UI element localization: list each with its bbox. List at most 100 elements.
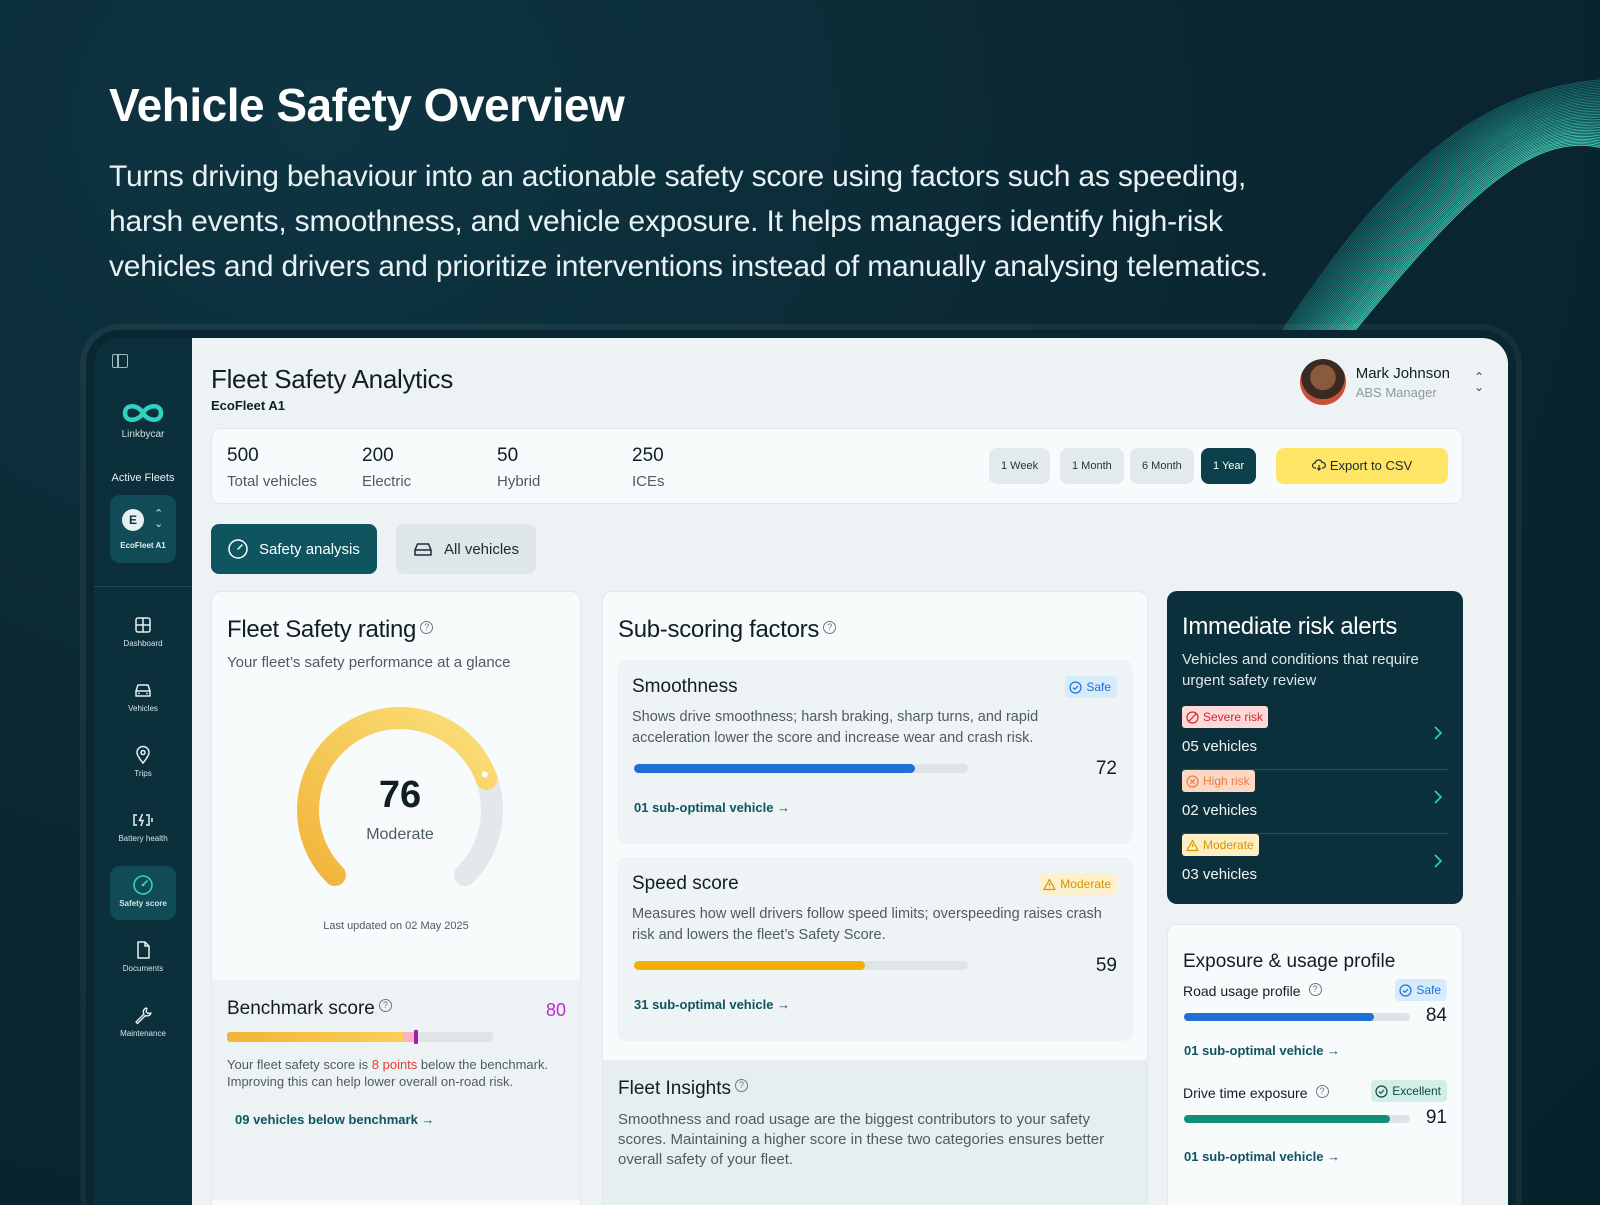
- stat-value: 250: [632, 445, 664, 466]
- alert-row-moderate[interactable]: Moderate 03 vehicles: [1182, 834, 1448, 898]
- sidebar: Linkbycar Active Fleets E ⌃ ⌄ EcoFleet A1…: [94, 338, 192, 1205]
- help-icon[interactable]: ?: [823, 621, 837, 635]
- factor-bar: [634, 961, 968, 970]
- user-role: ABS Manager: [1355, 384, 1437, 400]
- exposure-link[interactable]: 01 sub-optimal vehicle →: [1184, 1043, 1340, 1058]
- sidebar-item-label: Dashboard: [123, 639, 163, 648]
- sidebar-item-label: Maintenance: [120, 1029, 166, 1038]
- insights-title: Fleet Insights?: [618, 1078, 1134, 1100]
- sidebar-item-documents[interactable]: Documents: [110, 931, 176, 985]
- sidebar-item-dashboard[interactable]: Dashboard: [110, 606, 176, 660]
- chevron-right-icon: [1434, 790, 1443, 809]
- export-csv-button[interactable]: Export to CSV: [1276, 448, 1448, 484]
- stat-label: Hybrid: [497, 473, 541, 490]
- hero-title: Vehicle Safety Overview: [109, 79, 625, 131]
- page-subtitle: EcoFleet A1: [211, 398, 285, 413]
- range-1-month[interactable]: 1 Month: [1060, 448, 1124, 484]
- help-icon[interactable]: ?: [378, 999, 392, 1013]
- benchmark-bar: [227, 1030, 493, 1044]
- alert-row-severe[interactable]: Severe risk 05 vehicles: [1182, 706, 1448, 770]
- factor-bar-fill: [634, 961, 865, 970]
- x-circle-icon: [1186, 774, 1199, 788]
- active-fleets-label: Active Fleets: [111, 472, 175, 484]
- brand-logo: Linkbycar: [112, 400, 174, 440]
- benchmark-text: Your fleet safety score is 8 points belo…: [227, 1057, 549, 1089]
- fleet-insights: Fleet Insights? Smoothness and road usag…: [603, 1060, 1147, 1205]
- user-menu[interactable]: Mark Johnson ABS Manager ⌃ ⌄: [1299, 358, 1484, 406]
- stat-label: ICEs: [632, 473, 665, 490]
- stat-value: 50: [497, 445, 519, 466]
- alerts-description: Vehicles and conditions that require urg…: [1182, 651, 1419, 689]
- status-badge: Moderate: [1039, 873, 1117, 895]
- check-circle-icon: [1375, 1084, 1388, 1098]
- chevron-updown-icon: ⌃ ⌄: [154, 508, 164, 530]
- safety-rating-card: Fleet Safety rating? Your fleet’s safety…: [211, 591, 581, 1205]
- tab-label: All vehicles: [444, 540, 520, 558]
- export-label: Export to CSV: [1329, 458, 1413, 473]
- sidebar-item-safety-score[interactable]: Safety score: [110, 866, 176, 920]
- sidebar-toggle-icon[interactable]: [112, 354, 128, 368]
- sidebar-item-maintenance[interactable]: Maintenance: [110, 996, 176, 1050]
- help-icon[interactable]: ?: [1308, 982, 1322, 996]
- chevron-right-icon: [1434, 854, 1443, 873]
- fleet-stats: 500 Total vehicles 200 Electric 50 Hybri…: [211, 428, 1463, 504]
- stat-value: 500: [227, 445, 259, 466]
- document-icon: [110, 939, 176, 961]
- factor-link[interactable]: 01 sub-optimal vehicle →: [634, 800, 790, 815]
- range-1-year[interactable]: 1 Year: [1201, 448, 1257, 484]
- sidebar-item-battery-health[interactable]: Battery health: [110, 801, 176, 855]
- factor-bar: [634, 764, 968, 773]
- factor-score: 72: [1095, 758, 1117, 779]
- alert-row-high[interactable]: High risk 02 vehicles: [1182, 770, 1448, 834]
- last-updated: Last updated on 02 May 2025: [323, 920, 469, 932]
- alert-count: 05 vehicles: [1182, 738, 1258, 755]
- sidebar-item-vehicles[interactable]: Vehicles: [110, 671, 176, 725]
- safety-score-label: Moderate: [366, 826, 434, 843]
- help-icon[interactable]: ?: [1315, 1084, 1329, 1098]
- exposure-link[interactable]: 01 sub-optimal vehicle →: [1184, 1149, 1340, 1164]
- brand-name: Linkbycar: [121, 429, 165, 440]
- range-6-month[interactable]: 6 Month: [1130, 448, 1194, 484]
- dashboard-icon: [110, 614, 176, 636]
- exposure-row-label: Drive time exposure?: [1183, 1084, 1329, 1101]
- sidebar-item-label: Vehicles: [128, 704, 158, 713]
- ban-icon: [1186, 710, 1199, 724]
- factor-bar-fill: [634, 764, 916, 773]
- subscoring-card: Sub-scoring factors? Smoothness Safe Sho…: [602, 591, 1148, 1205]
- stat-hybrid: 50 Hybrid: [497, 445, 540, 490]
- safety-rating-description: Your fleet’s safety performance at a gla…: [227, 654, 511, 671]
- range-1-week[interactable]: 1 Week: [989, 448, 1051, 484]
- stat-electric: 200 Electric: [362, 445, 411, 490]
- safety-rating-title: Fleet Safety rating?: [227, 616, 565, 644]
- car-icon: [412, 540, 434, 558]
- benchmark-bar-current: [227, 1032, 404, 1042]
- help-icon[interactable]: ?: [420, 621, 434, 635]
- exposure-score: 84: [1425, 1005, 1447, 1026]
- fleet-name: EcoFleet A1: [120, 541, 166, 550]
- fleet-switcher[interactable]: E ⌃ ⌄ EcoFleet A1: [110, 495, 176, 563]
- user-name: Mark Johnson: [1355, 364, 1450, 382]
- help-icon[interactable]: ?: [735, 1079, 748, 1093]
- exposure-bar-fill: [1184, 1013, 1374, 1021]
- status-badge: Moderate: [1182, 834, 1259, 856]
- chevron-updown-icon: ⌃ ⌄: [1473, 370, 1484, 394]
- tab-label: Safety analysis: [259, 540, 360, 558]
- exposure-bar: [1184, 1115, 1410, 1123]
- sidebar-nav: Dashboard Vehicles Trips Battery health …: [94, 606, 192, 1061]
- benchmark-link[interactable]: 09 vehicles below benchmark →: [235, 1112, 567, 1127]
- sidebar-item-trips[interactable]: Trips: [110, 736, 176, 790]
- factor-smoothness: Smoothness Safe Shows drive smoothness; …: [617, 660, 1133, 844]
- factor-title: Smoothness: [632, 676, 738, 697]
- tab-all-vehicles[interactable]: All vehicles: [396, 524, 536, 574]
- alert-count: 02 vehicles: [1182, 802, 1258, 819]
- map-pin-icon: [110, 744, 176, 766]
- factor-link[interactable]: 31 sub-optimal vehicle →: [634, 997, 790, 1012]
- hero: Vehicle Safety Overview Turns driving be…: [109, 78, 1289, 289]
- status-badge: Severe risk: [1182, 706, 1269, 728]
- infinity-logo-icon: [122, 404, 164, 422]
- wrench-icon: [110, 1004, 176, 1026]
- sidebar-item-label: Trips: [134, 769, 152, 778]
- insights-text: Smoothness and road usage are the bigges…: [618, 1111, 1105, 1168]
- sidebar-item-label: Safety score: [119, 899, 167, 908]
- tab-safety-analysis[interactable]: Safety analysis: [211, 524, 377, 574]
